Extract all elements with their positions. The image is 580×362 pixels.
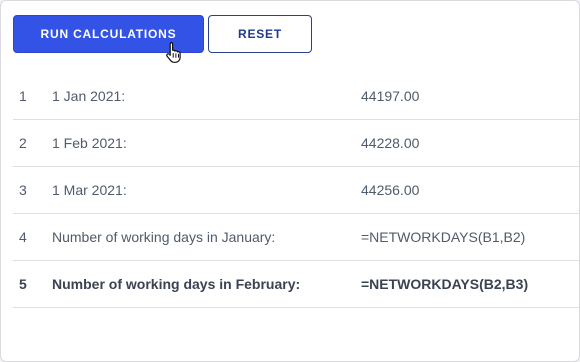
reset-button[interactable]: RESET [208, 15, 312, 53]
table-row: 1 1 Jan 2021: 44197.00 [13, 73, 580, 120]
table-row: 3 1 Mar 2021: 44256.00 [13, 167, 580, 214]
table-row-active: 5 Number of working days in February: =N… [13, 261, 580, 308]
calculation-card: RUN CALCULATIONS RESET 1 1 Jan 2021: 441… [0, 0, 580, 362]
row-label: 1 Jan 2021: [52, 88, 126, 104]
results-table: 1 1 Jan 2021: 44197.00 2 1 Feb 2021: 442… [13, 73, 580, 308]
toolbar: RUN CALCULATIONS RESET [13, 15, 312, 53]
row-value: =NETWORKDAYS(B1,B2) [361, 229, 526, 245]
row-label: Number of working days in February: [52, 276, 301, 292]
table-row: 2 1 Feb 2021: 44228.00 [13, 120, 580, 167]
row-label: Number of working days in January: [52, 229, 276, 245]
row-number: 1 [19, 88, 27, 104]
row-number: 5 [19, 276, 27, 292]
row-number: 3 [19, 182, 27, 198]
row-value: =NETWORKDAYS(B2,B3) [361, 276, 529, 292]
row-number: 2 [19, 135, 27, 151]
hand-pointer-cursor-icon [166, 41, 181, 63]
row-number: 4 [19, 229, 27, 245]
row-value: 44228.00 [361, 135, 420, 151]
table-row: 4 Number of working days in January: =NE… [13, 214, 580, 261]
row-value: 44256.00 [361, 182, 420, 198]
row-label: 1 Feb 2021: [52, 135, 127, 151]
row-value: 44197.00 [361, 88, 420, 104]
row-label: 1 Mar 2021: [52, 182, 127, 198]
